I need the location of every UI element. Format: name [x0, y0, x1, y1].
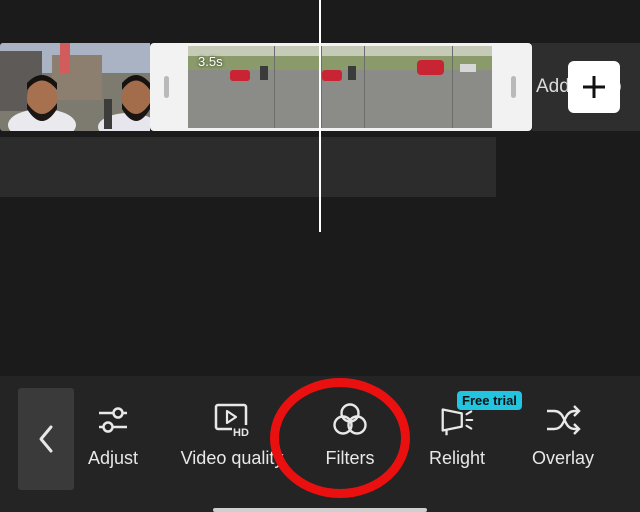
chevron-left-icon — [39, 425, 53, 453]
clip-duration: 3.5s — [198, 54, 223, 69]
tool-video-quality-label: Video quality — [180, 448, 284, 468]
back-button[interactable] — [18, 388, 74, 490]
free-trial-badge: Free trial — [457, 391, 522, 410]
tool-filters-label: Filters — [325, 448, 375, 468]
video-clip-street[interactable] — [188, 46, 492, 128]
add-clip-button[interactable] — [568, 61, 620, 113]
video-hd-icon: HD — [212, 400, 252, 440]
tool-relight-label: Relight — [428, 448, 486, 468]
sliders-icon — [93, 400, 133, 440]
trim-handle-left[interactable] — [164, 76, 169, 98]
selfie-thumbnail — [0, 43, 150, 131]
tool-adjust-label: Adjust — [87, 448, 139, 468]
tool-overlay[interactable]: Overlay — [526, 400, 600, 480]
trim-handle-right[interactable] — [511, 76, 516, 98]
filters-icon — [330, 400, 370, 440]
audio-track[interactable] — [0, 137, 496, 197]
tool-relight[interactable]: Relight — [420, 400, 494, 480]
timeline: 3.5s Add audio — [0, 0, 640, 372]
home-indicator — [213, 508, 427, 512]
tool-adjust[interactable]: Adjust — [78, 400, 148, 480]
tool-overlay-label: Overlay — [531, 448, 594, 468]
svg-text:HD: HD — [233, 427, 249, 438]
playhead[interactable] — [319, 0, 321, 232]
shuffle-icon — [543, 400, 583, 440]
video-clip-selfie[interactable] — [0, 43, 150, 131]
tool-video-quality[interactable]: HD Video quality — [170, 400, 294, 480]
street-thumbnails — [188, 46, 492, 128]
tool-filters[interactable]: Filters — [312, 400, 388, 480]
